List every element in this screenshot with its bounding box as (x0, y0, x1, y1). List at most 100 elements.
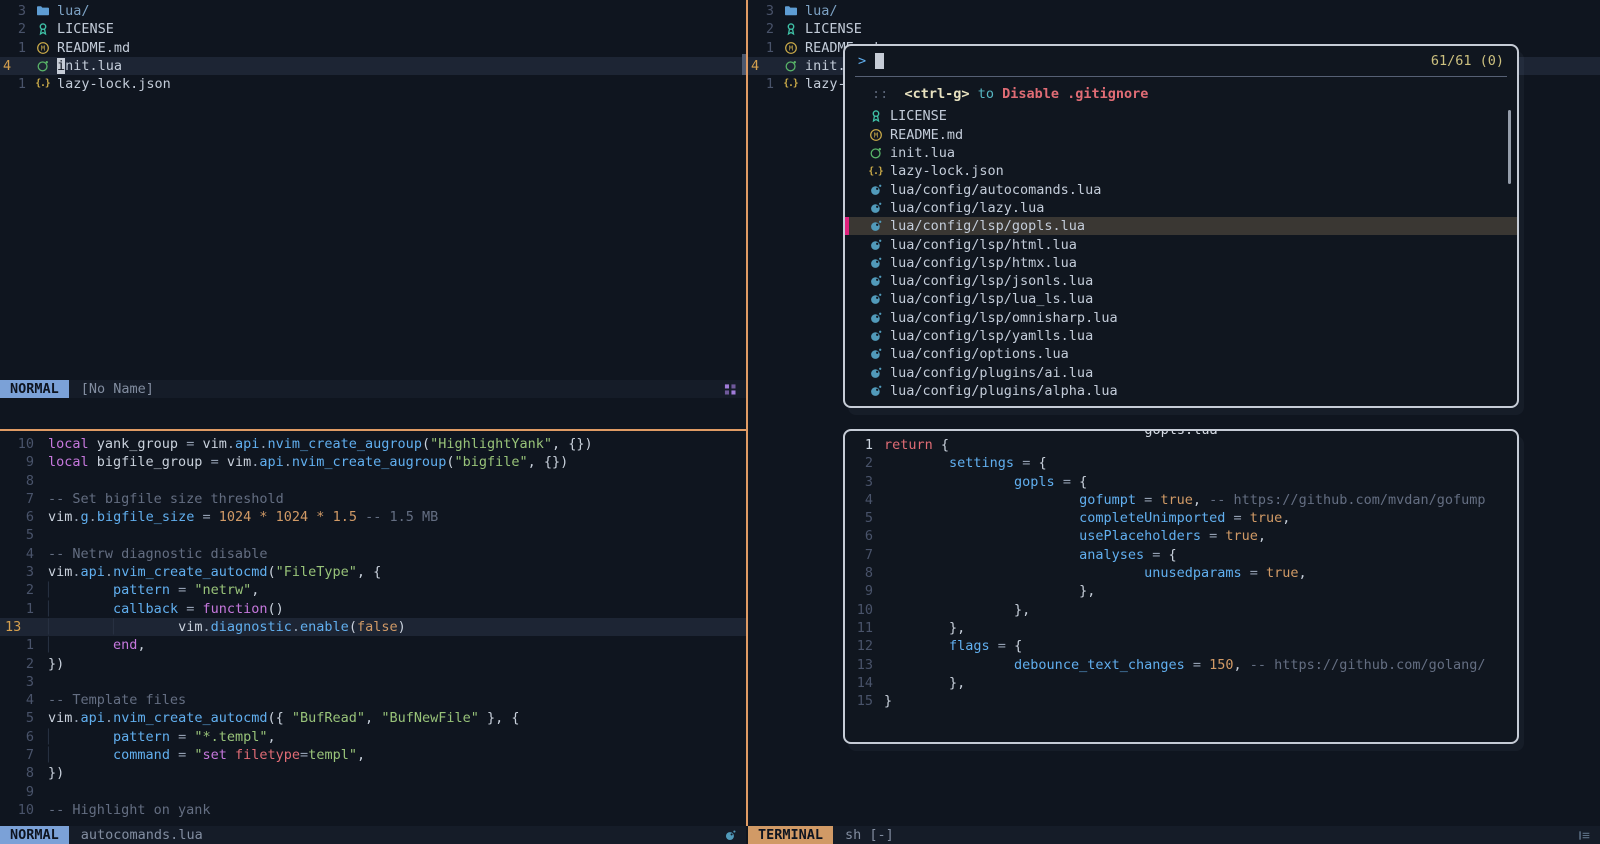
statusline-bottom-left: NORMAL autocomands.lua (0, 826, 746, 844)
buffer-name: autocomands.lua (81, 827, 203, 843)
code-line[interactable]: 11 }, (845, 619, 1517, 637)
picker-row[interactable]: lua/config/plugins/ai.lua (845, 363, 1517, 381)
file-name: lua/ (805, 2, 838, 20)
code-text: -- Highlight on yank (48, 801, 211, 819)
code-line[interactable]: 4-- Netrw diagnostic disable (0, 545, 746, 563)
tree-row[interactable]: 3 lua/ (748, 2, 1600, 20)
picker-row[interactable]: MREADME.md (845, 126, 1517, 144)
code-line[interactable]: 14 }, (845, 674, 1517, 692)
picker-row[interactable]: {.}lazy-lock.json (845, 162, 1517, 180)
code-line[interactable]: 3 gopls = { (845, 473, 1517, 491)
code-line[interactable]: 3vim.api.nvim_create_autocmd("FileType",… (0, 563, 746, 581)
line-number: 7 (0, 490, 34, 508)
line-number: 3 (748, 2, 774, 20)
code-text: vim.g.bigfile_size = 1024 * 1024 * 1.5 -… (48, 508, 438, 526)
code-line[interactable]: 9local bigfile_group = vim.api.nvim_crea… (0, 453, 746, 471)
picker-row[interactable]: lua/config/autocomands.lua (845, 180, 1517, 198)
code-line[interactable]: 7 analyses = { (845, 546, 1517, 564)
picker-row[interactable]: lua/config/lsp/jsonls.lua (845, 272, 1517, 290)
code-text: flags = { (884, 637, 1022, 655)
code-line[interactable]: 8 unusedparams = true, (845, 564, 1517, 582)
picker-row[interactable]: lua/config/lsp/htmx.lua (845, 254, 1517, 272)
code-line[interactable]: 8}) (0, 764, 746, 782)
line-number: 7 (845, 546, 873, 564)
code-line[interactable]: 12 flags = { (845, 637, 1517, 655)
code-line[interactable]: 1▏ end, (0, 636, 746, 654)
code-line[interactable]: 4 gofumpt = true, -- https://github.com/… (845, 491, 1517, 509)
match-counter: 61/61 (0) (1431, 53, 1504, 69)
scrollbar-thumb-left[interactable] (742, 54, 746, 75)
code-line[interactable]: 5vim.api.nvim_create_autocmd({ "BufRead"… (0, 709, 746, 727)
code-line[interactable]: 6▏ pattern = "*.templ", (0, 728, 746, 746)
statusline-left: NORMAL [No Name] (0, 380, 746, 398)
line-number: 3 (0, 563, 34, 581)
tree-row[interactable]: 1MREADME.md (0, 39, 746, 57)
tree-row[interactable]: 4init.lua (0, 57, 746, 75)
picker-scrollbar[interactable] (1508, 110, 1511, 184)
code-line[interactable]: 3 (0, 673, 746, 691)
code-text: vim.api.nvim_create_autocmd({ "BufRead",… (48, 709, 520, 727)
tree-row[interactable]: 3lua/ (0, 2, 746, 20)
neovim-screen: 3lua/2LICENSE1MREADME.md4init.lua1{.}laz… (0, 0, 1600, 844)
tree-row[interactable]: 1{.}lazy-lock.json (0, 75, 746, 93)
code-line[interactable]: 5 completeUnimported = true, (845, 509, 1517, 527)
line-number: 9 (845, 582, 873, 600)
file-name: LICENSE (57, 20, 114, 38)
code-text: ▏ pattern = "netrw", (48, 581, 259, 599)
file-name: lua/config/lsp/omnisharp.lua (890, 310, 1118, 326)
window-separator-vertical[interactable] (746, 0, 748, 826)
license-icon (782, 21, 799, 37)
lua-file-icon (867, 182, 884, 198)
code-line[interactable]: 13▏ ▏ vim.diagnostic.enable(false) (0, 618, 746, 636)
picker-row[interactable]: lua/config/lsp/omnisharp.lua (845, 309, 1517, 327)
picker-row[interactable]: lua/config/plugins/alpha.lua (845, 382, 1517, 400)
header-action: Disable .gitignore (1002, 85, 1148, 103)
code-text: local yank_group = vim.api.nvim_create_a… (48, 435, 593, 453)
block-cursor: i (57, 58, 65, 74)
json-icon: {.} (782, 76, 799, 92)
lua-file-icon (867, 328, 884, 344)
code-line[interactable]: 9 }, (845, 582, 1517, 600)
code-line[interactable]: 5 (0, 526, 746, 544)
line-number: 11 (845, 619, 873, 637)
code-line[interactable]: 2 settings = { (845, 454, 1517, 472)
code-line[interactable]: 6 usePlaceholders = true, (845, 527, 1517, 545)
picker-row-selected[interactable]: lua/config/lsp/gopls.lua (845, 217, 1517, 235)
line-number: 8 (0, 764, 34, 782)
line-number: 13 (0, 618, 34, 636)
code-line[interactable]: 7▏ command = "set filetype=templ", (0, 746, 746, 764)
code-text: } (884, 692, 892, 710)
picker-row[interactable]: LICENSE (845, 107, 1517, 125)
code-line[interactable]: 4-- Template files (0, 691, 746, 709)
code-line[interactable]: 2}) (0, 655, 746, 673)
code-line[interactable]: 6vim.g.bigfile_size = 1024 * 1024 * 1.5 … (0, 508, 746, 526)
tree-row[interactable]: 2LICENSE (0, 20, 746, 38)
window-layout-icon (724, 383, 737, 396)
picker-row[interactable]: lua/config/lsp/lua_ls.lua (845, 290, 1517, 308)
code-line[interactable]: 2▏ pattern = "netrw", (0, 581, 746, 599)
line-number: 6 (845, 527, 873, 545)
file-name: lua/config/lsp/htmx.lua (890, 255, 1077, 271)
code-line[interactable]: 1▏ callback = function() (0, 600, 746, 618)
code-line[interactable]: 10-- Highlight on yank (0, 801, 746, 819)
line-number: 2 (845, 454, 873, 472)
code-line[interactable]: 15} (845, 692, 1517, 710)
picker-prompt-row[interactable]: > 61/61 (0) (845, 46, 1517, 76)
code-line[interactable]: 8 (0, 472, 746, 490)
code-line[interactable]: 13 debounce_text_changes = 150, -- https… (845, 656, 1517, 674)
code-line[interactable]: 10local yank_group = vim.api.nvim_create… (0, 435, 746, 453)
code-line[interactable]: 9 (0, 783, 746, 801)
tree-row[interactable]: 2LICENSE (748, 20, 1600, 38)
markdown-icon: M (782, 40, 799, 56)
picker-row[interactable]: lua/config/lazy.lua (845, 199, 1517, 217)
code-line[interactable]: 7 -- Set bigfile size threshold (0, 490, 746, 508)
file-name: lazy-lock.json (57, 75, 171, 93)
code-text: }, (884, 582, 1095, 600)
picker-row[interactable]: init.lua (845, 144, 1517, 162)
picker-row[interactable]: lua/config/options.lua (845, 345, 1517, 363)
code-text: -- Set bigfile size threshold (48, 490, 284, 508)
picker-row[interactable]: lua/config/lsp/yamlls.lua (845, 327, 1517, 345)
header-keybind: <ctrl-g> (905, 85, 970, 103)
code-line[interactable]: 10 }, (845, 601, 1517, 619)
picker-row[interactable]: lua/config/lsp/html.lua (845, 235, 1517, 253)
